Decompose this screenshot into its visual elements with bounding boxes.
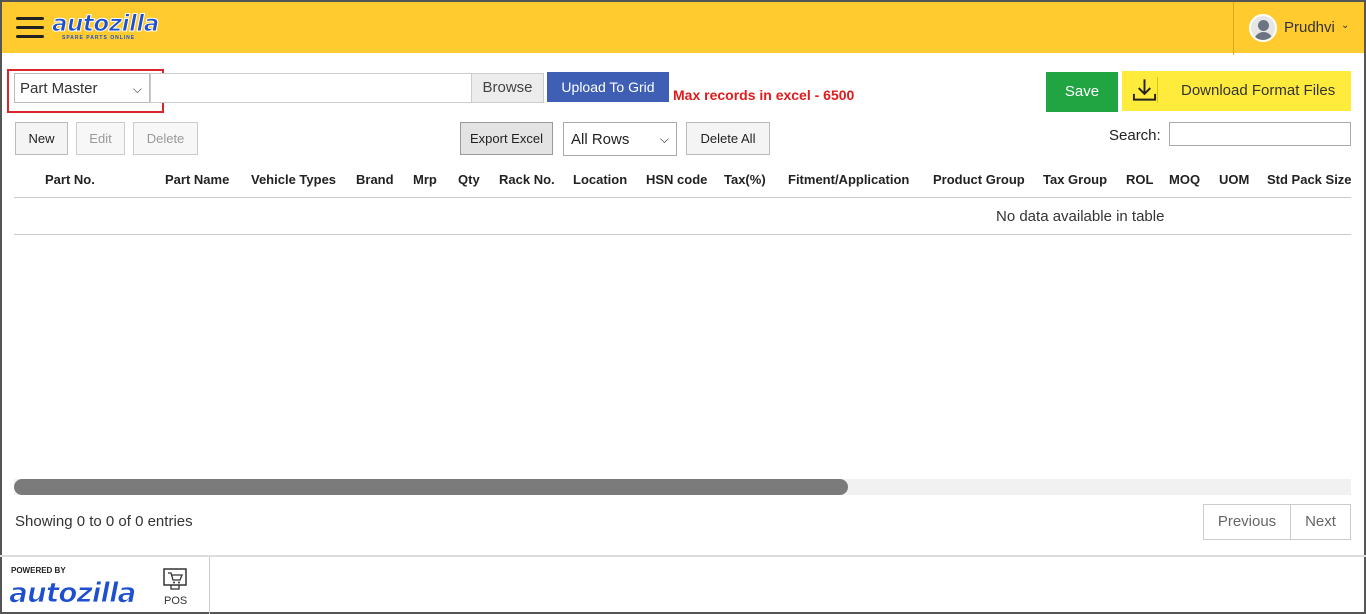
master-type-value: Part Master — [20, 80, 98, 97]
column-header[interactable]: Std Pack Size — [1267, 172, 1352, 187]
column-header[interactable]: HSN code — [646, 172, 707, 187]
column-header[interactable]: Location — [573, 172, 627, 187]
footer-logo: autozilla — [8, 576, 136, 610]
column-header[interactable]: MOQ — [1169, 172, 1200, 187]
entries-info: Showing 0 to 0 of 0 entries — [15, 513, 193, 530]
column-header[interactable]: Tax Group — [1043, 172, 1107, 187]
table-divider — [14, 197, 1351, 198]
empty-table-message: No data available in table — [996, 208, 1165, 225]
download-format-files-button[interactable]: Download Format Files — [1122, 71, 1351, 111]
search-input[interactable] — [1169, 122, 1351, 146]
edit-button[interactable]: Edit — [76, 122, 125, 155]
pos-label[interactable]: POS — [164, 595, 187, 607]
footer-separator — [209, 557, 210, 614]
column-header[interactable]: Rack No. — [499, 172, 555, 187]
rows-filter-value: All Rows — [571, 131, 630, 148]
chevron-down-icon: ⌄ — [1341, 20, 1350, 31]
rows-filter-select[interactable]: All Rows ⌵ — [563, 122, 677, 156]
column-header[interactable]: Mrp — [413, 172, 437, 187]
table-divider — [14, 234, 1351, 235]
menu-icon[interactable] — [16, 17, 44, 39]
user-menu[interactable]: Prudhvi ⌄ — [1233, 2, 1364, 55]
previous-button[interactable]: Previous — [1203, 504, 1291, 540]
footer-divider — [0, 555, 1366, 557]
max-records-note: Max records in excel - 6500 — [673, 87, 855, 103]
chevron-down-icon: ⌵ — [659, 132, 669, 146]
column-header[interactable]: Qty — [458, 172, 480, 187]
column-header[interactable]: Brand — [356, 172, 394, 187]
save-button[interactable]: Save — [1046, 72, 1118, 112]
powered-by-label: POWERED BY — [11, 566, 66, 575]
download-icon — [1132, 77, 1158, 103]
scrollbar-thumb[interactable] — [14, 479, 848, 495]
column-header[interactable]: Fitment/Application — [788, 172, 909, 187]
logo-text: autozilla — [52, 11, 160, 37]
delete-button[interactable]: Delete — [133, 122, 198, 155]
file-path-input[interactable] — [150, 73, 472, 103]
column-header[interactable]: Tax(%) — [724, 172, 766, 187]
export-excel-button[interactable]: Export Excel — [460, 122, 553, 155]
column-header[interactable]: ROL — [1126, 172, 1153, 187]
download-label: Download Format Files — [1181, 82, 1336, 99]
new-button[interactable]: New — [15, 122, 68, 155]
column-header[interactable]: Part No. — [45, 172, 95, 187]
upload-to-grid-button[interactable]: Upload To Grid — [547, 72, 669, 102]
master-type-select[interactable]: Part Master ⌵ — [14, 73, 150, 103]
column-header[interactable]: Part Name — [165, 172, 229, 187]
browse-button[interactable]: Browse — [471, 73, 544, 103]
avatar-icon — [1249, 14, 1277, 42]
username: Prudhvi — [1284, 19, 1335, 36]
column-header[interactable]: Vehicle Types — [251, 172, 336, 187]
column-header[interactable]: Product Group — [933, 172, 1025, 187]
search-label: Search: — [1109, 127, 1161, 144]
top-bar: autozilla SPARE PARTS ONLINE Prudhvi ⌄ — [0, 0, 1366, 55]
column-header[interactable]: UOM — [1219, 172, 1249, 187]
pos-cart-icon[interactable] — [163, 568, 187, 590]
brand-logo[interactable]: autozilla SPARE PARTS ONLINE — [52, 11, 160, 41]
chevron-down-icon: ⌵ — [132, 82, 142, 96]
next-button[interactable]: Next — [1290, 504, 1351, 540]
delete-all-button[interactable]: Delete All — [686, 122, 770, 155]
